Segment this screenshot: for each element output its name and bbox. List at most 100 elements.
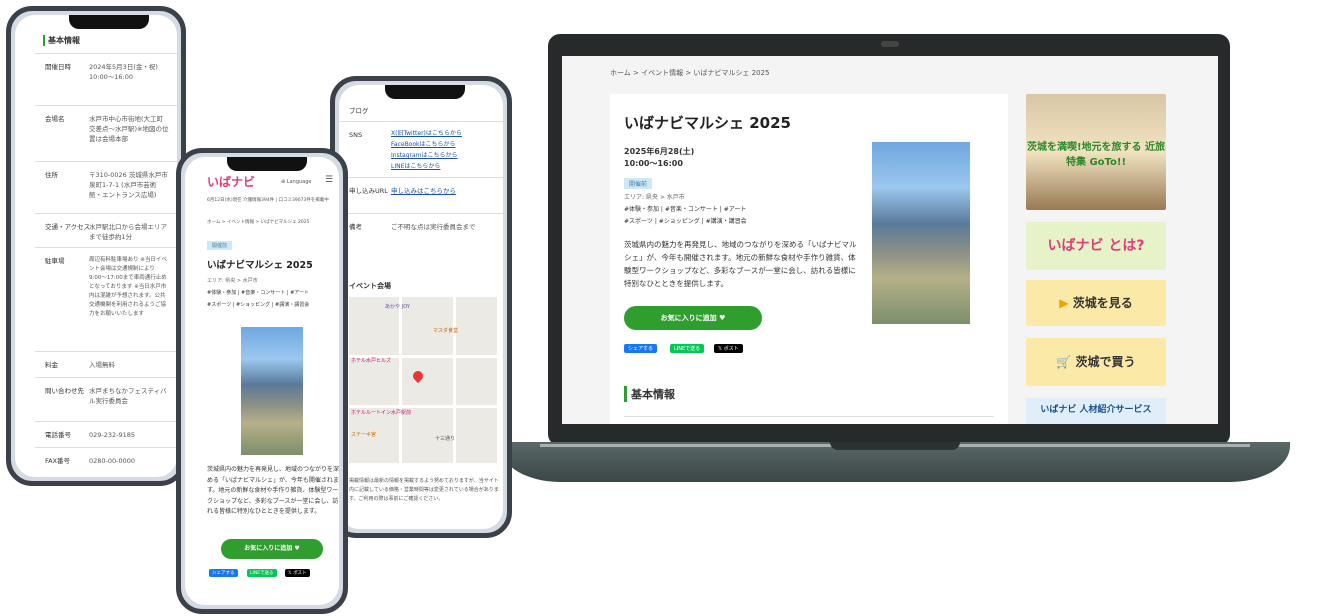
event-card: いばナビマルシェ 2025 2025年6月28(土) 10:00〜16:00 開… <box>610 94 1008 424</box>
add-favorite-button[interactable]: お気に入りに追加 ♥ <box>221 539 323 559</box>
map-label: 十三通り <box>435 436 456 442</box>
apply-row: 申し込みURL 申し込みはこちらから <box>339 177 503 213</box>
line-share-button[interactable]: LINEで送る <box>247 569 277 577</box>
banner-buy-ibaraki[interactable]: 🛒 茨城で買う <box>1026 338 1166 386</box>
venue-heading: イベント会場 <box>349 282 391 290</box>
facebook-share-button[interactable]: シェアする <box>624 344 658 353</box>
row-value: ご不明な点は実行委員会まで <box>391 223 476 231</box>
row-label: 会場名 <box>45 115 65 123</box>
play-icon: ▶ <box>1059 296 1073 310</box>
event-area[interactable]: エリア: 県央 > 水戸市 <box>624 192 685 201</box>
row-value: 水戸市中心市街地(大工町交差点〜水戸駅)※地図の位置は会場本部 <box>89 115 169 143</box>
tag-list[interactable]: #スポーツ | #ショッピング | #講演・講習会 <box>624 216 747 225</box>
cart-icon: 🛒 <box>1056 355 1076 369</box>
row-label: 備考 <box>349 223 362 231</box>
info-row: 駐車場 周辺有料駐車場あり ※当日イベント会場は交通規制により9:00〜17:00… <box>35 247 177 351</box>
row-label: 開催日時 <box>45 63 71 71</box>
page-title: いばナビマルシェ 2025 <box>624 114 791 132</box>
add-favorite-button[interactable]: お気に入りに追加 ♥ <box>624 306 762 330</box>
row-label: 申し込みURL <box>349 187 388 195</box>
language-selector[interactable]: ⊕ Language <box>281 179 311 185</box>
banner-see-ibaraki[interactable]: ▶ 茨城を見る <box>1026 280 1166 326</box>
map-label: マスダ食堂 <box>433 328 459 334</box>
info-row: 住所 〒310-0026 茨城県水戸市泉町1-7-1 (水戸市芸術館・エントランス… <box>35 161 177 213</box>
phone-right: ブログ SNS X(旧Twitter)はこちらから FaceBookはこちらから… <box>330 76 512 538</box>
status-badge: 開催前 <box>624 178 653 189</box>
row-value: 入場無料 <box>89 361 115 369</box>
divider <box>624 416 994 417</box>
event-time: 10:00〜16:00 <box>624 159 683 168</box>
info-row: 問い合わせ先 水戸まちなかフェスティバル実行委員会 <box>35 377 177 421</box>
banner-recruit[interactable]: いばナビ 人材紹介サービス <box>1026 398 1166 424</box>
row-label: 電話番号 <box>45 431 71 439</box>
row-value: 029-232-9185 <box>89 431 136 439</box>
info-row: 料金 入場無料 <box>35 351 177 377</box>
info-row: FAX番号 0280-00-0000 <box>35 447 177 477</box>
line-link[interactable]: LINEはこちらから <box>391 161 462 172</box>
x-post-label: ポスト <box>293 571 307 576</box>
blog-label: ブログ <box>349 107 369 115</box>
laptop-frame: ホーム > イベント情報 > いばナビマルシェ 2025 いばナビマルシェ 20… <box>548 34 1230 446</box>
instagram-link[interactable]: Instagramはこちらから <box>391 150 462 161</box>
line-share-button[interactable]: LINEで送る <box>670 344 705 353</box>
note-row: 備考 ご不明な点は実行委員会まで <box>339 213 503 247</box>
favorite-label: お気に入りに追加 <box>244 545 293 552</box>
phone-notch <box>385 85 465 99</box>
tag-list[interactable]: #スポーツ | #ショッピング | #講演・講習会 <box>207 301 337 308</box>
page-title: いばナビマルシェ 2025 <box>207 260 313 271</box>
map-label: ホテル水戸ヒルズ <box>351 358 392 364</box>
phone-middle-screen: いばナビ ⊕ Language ☰ 6月12日(水)現在 介護情報394件 | … <box>185 157 339 605</box>
phone-middle: いばナビ ⊕ Language ☰ 6月12日(水)現在 介護情報394件 | … <box>176 148 348 614</box>
laptop-base <box>500 442 1290 482</box>
facebook-link[interactable]: FaceBookはこちらから <box>391 139 462 150</box>
phone-left: 基本情報 開催日時 2024年5月3日(金・祝) 10:00〜16:00 会場名水… <box>6 6 186 486</box>
tag-list[interactable]: #体験・参加 | #音楽・コンサート | #アート <box>624 204 746 213</box>
breadcrumb[interactable]: ホーム > イベント情報 > いばナビマルシェ 2025 <box>610 68 769 78</box>
row-value: 周辺有料駐車場あり ※当日イベント会場は交通規制により9:00〜17:00まで車… <box>89 257 167 317</box>
banner-ibanavi-about[interactable]: いばナビ とは? <box>1026 222 1166 270</box>
status-badge: 開催前 <box>207 241 233 250</box>
facebook-share-button[interactable]: シェアする <box>209 569 238 577</box>
apply-link[interactable]: 申し込みはこちらから <box>391 186 471 196</box>
row-label: 交通・アクセス <box>45 223 91 231</box>
phone-right-screen: ブログ SNS X(旧Twitter)はこちらから FaceBookはこちらから… <box>339 85 503 529</box>
banner-see-label: 茨城を見る <box>1072 296 1133 310</box>
row-value: 水戸駅北口から会場エリアまで徒歩約1分 <box>89 223 167 241</box>
x-post-button[interactable]: 𝕏 ポスト <box>714 344 743 353</box>
row-label: FAX番号 <box>45 457 71 465</box>
event-photo <box>241 327 303 455</box>
map-label: ホテルルートイン水戸駅前 <box>351 410 412 416</box>
banner-chikatabi[interactable]: 茨城を満喫!地元を旅する 近旅特集 GoTo!! <box>1026 94 1166 210</box>
map-label: あかや JOY <box>385 304 410 310</box>
x-post-label: ポスト <box>723 346 739 352</box>
event-description: 茨城県内の魅力を再発見し、地域のつながりを深める「いばナビマルシェ」が、今年も開… <box>624 240 857 288</box>
event-area[interactable]: エリア: 県央 > 水戸市 <box>207 277 258 284</box>
event-date: 2025年6月28(土) <box>624 147 695 156</box>
breadcrumb[interactable]: ホーム > イベント情報 > いばナビマルシェ 2025 <box>207 219 310 225</box>
ibanavi-logo[interactable]: いばナビ <box>207 173 255 190</box>
heart-icon: ♥ <box>719 314 726 322</box>
laptop-camera <box>881 41 899 47</box>
language-label: Language <box>286 179 312 185</box>
map-pin-icon[interactable] <box>410 368 426 384</box>
row-value: 水戸まちなかフェスティバル実行委員会 <box>89 387 167 405</box>
basic-info-heading: 基本情報 <box>43 35 80 46</box>
laptop-screen: ホーム > イベント情報 > いばナビマルシェ 2025 いばナビマルシェ 20… <box>562 56 1218 424</box>
venue-map[interactable]: あかや JOY マスダ食堂 ホテル水戸ヒルズ ホテルルートイン水戸駅前 ステーキ… <box>349 297 497 463</box>
x-link[interactable]: X(旧Twitter)はこちらから <box>391 128 462 139</box>
phone-left-screen: 基本情報 開催日時 2024年5月3日(金・祝) 10:00〜16:00 会場名水… <box>15 15 177 477</box>
row-label: SNS <box>349 131 363 139</box>
menu-icon[interactable]: ☰ <box>325 175 333 185</box>
event-photo <box>872 142 970 324</box>
globe-icon: ⊕ <box>281 179 286 185</box>
event-description: 茨城県内の魅力を再発見し、地域のつながりを深める「いばナビマルシェ」が、今年も開… <box>207 466 339 515</box>
info-row: 交通・アクセス 水戸駅北口から会場エリアまで徒歩約1分 <box>35 213 177 247</box>
info-row: 電話番号 029-232-9185 <box>35 421 177 447</box>
tag-list[interactable]: #体験・参加 | #音楽・コンサート | #アート <box>207 289 337 296</box>
row-label: 料金 <box>45 361 58 369</box>
favorite-label: お気に入りに追加 <box>660 314 717 322</box>
phone-notch <box>69 15 149 29</box>
row-label: 駐車場 <box>45 257 65 265</box>
x-post-button[interactable]: 𝕏 ポスト <box>285 569 310 577</box>
row-value: 2024年5月3日(金・祝) 10:00〜16:00 <box>89 63 158 81</box>
